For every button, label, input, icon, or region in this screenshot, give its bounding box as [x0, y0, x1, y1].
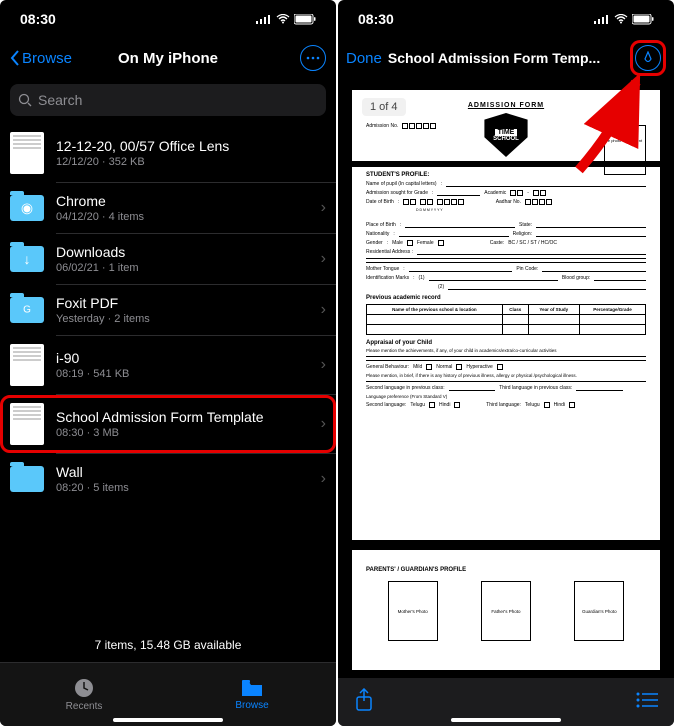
- item-title: 12-12-20, 00/57 Office Lens: [56, 138, 326, 154]
- home-indicator[interactable]: [113, 718, 223, 722]
- item-subtitle: 06/02/21 · 1 item: [56, 262, 309, 274]
- clock-icon: [73, 677, 95, 699]
- folder-icon: [240, 678, 264, 698]
- item-title: Wall: [56, 464, 309, 480]
- tab-bar: Recents Browse: [0, 662, 336, 726]
- doc-thumb-icon: [10, 132, 44, 174]
- footer: 7 items, 15.48 GB available Recents Brow…: [0, 628, 336, 726]
- markup-pen-icon: [641, 51, 655, 65]
- file-list: 12-12-20, 00/57 Office Lens 12/12/20 · 35…: [0, 124, 336, 504]
- share-icon: [354, 688, 374, 712]
- item-title: School Admission Form Template: [56, 409, 309, 425]
- wifi-icon: [614, 14, 628, 24]
- nav-header: Browse On My iPhone: [0, 38, 336, 78]
- battery-icon: [632, 14, 654, 25]
- status-indicators: [256, 14, 316, 25]
- chevron-right-icon: ›: [321, 356, 326, 374]
- chevron-right-icon: ›: [321, 301, 326, 319]
- list-item[interactable]: G Foxit PDF Yesterday · 2 items ›: [0, 285, 336, 335]
- wifi-icon: [276, 14, 290, 24]
- item-subtitle: 08:30 · 3 MB: [56, 427, 309, 439]
- list-item-highlighted[interactable]: School Admission Form Template 08:30 · 3 …: [0, 395, 336, 453]
- page-indicator: 1 of 4: [362, 98, 406, 116]
- share-button[interactable]: [354, 688, 374, 717]
- list-item[interactable]: ↓ Downloads 06/02/21 · 1 item ›: [0, 234, 336, 284]
- list-item[interactable]: Wall 08:20 · 5 items ›: [0, 454, 336, 504]
- pdf-page-2: PARENTS' / GUARDIAN'S PROFILE Mother's P…: [352, 550, 660, 670]
- status-time: 08:30: [20, 11, 56, 27]
- tab-browse[interactable]: Browse: [168, 663, 336, 726]
- chevron-right-icon: ›: [321, 250, 326, 268]
- tab-recents[interactable]: Recents: [0, 663, 168, 726]
- page-title: On My iPhone: [0, 50, 336, 67]
- search-input[interactable]: Search: [10, 84, 326, 116]
- files-app-screen: 08:30 Browse On My iPhone Search: [0, 0, 336, 726]
- pdf-preview-screen: 08:30 Done School Admission Form Temp...…: [338, 0, 674, 726]
- signal-icon: [594, 14, 610, 24]
- item-title: Chrome: [56, 193, 309, 209]
- document-title: School Admission Form Temp...: [388, 50, 624, 66]
- doc-thumb-icon: [10, 403, 44, 445]
- student-photo-box: e photo the student: [604, 125, 646, 175]
- tab-label: Recents: [66, 701, 103, 712]
- status-bar: 08:30: [0, 0, 336, 38]
- chevron-right-icon: ›: [321, 415, 326, 433]
- chevron-right-icon: ›: [321, 199, 326, 217]
- item-title: Downloads: [56, 244, 309, 260]
- father-photo-box: Father's Photo: [481, 581, 531, 641]
- doc-thumb-icon: [10, 344, 44, 386]
- list-item[interactable]: 12-12-20, 00/57 Office Lens 12/12/20 · 35…: [0, 124, 336, 182]
- folder-icon: G: [10, 293, 44, 327]
- more-options-button[interactable]: [300, 45, 326, 71]
- search-icon: [18, 93, 32, 107]
- home-indicator[interactable]: [451, 718, 561, 722]
- mother-photo-box: Mother's Photo: [388, 581, 438, 641]
- folder-icon: ↓: [10, 242, 44, 276]
- storage-info: 7 items, 15.48 GB available: [0, 628, 336, 662]
- signal-icon: [256, 14, 272, 24]
- search-placeholder: Search: [38, 92, 82, 108]
- item-title: Foxit PDF: [56, 295, 309, 311]
- list-icon: [636, 692, 658, 708]
- markup-button[interactable]: [635, 45, 661, 71]
- status-indicators: [594, 14, 654, 25]
- item-subtitle: 04/12/20 · 4 items: [56, 211, 309, 223]
- item-subtitle: 08:20 · 5 items: [56, 482, 309, 494]
- folder-icon: ◉: [10, 191, 44, 225]
- item-subtitle: Yesterday · 2 items: [56, 313, 309, 325]
- status-time: 08:30: [358, 11, 394, 27]
- guardian-photo-box: Guardian's Photo: [574, 581, 624, 641]
- list-item[interactable]: ◉ Chrome 04/12/20 · 4 items ›: [0, 183, 336, 233]
- item-title: i-90: [56, 350, 309, 366]
- battery-icon: [294, 14, 316, 25]
- preview-header: Done School Admission Form Temp...: [338, 38, 674, 78]
- status-bar: 08:30: [338, 0, 674, 38]
- tab-label: Browse: [235, 700, 268, 711]
- document-viewport[interactable]: 1 of 4 ADMISSION FORM Admission No. TIME…: [344, 90, 668, 672]
- academic-record-table: Name of the previous school & locationCl…: [366, 304, 646, 335]
- form-heading: ADMISSION FORM: [366, 102, 646, 109]
- item-subtitle: 08:19 · 541 KB: [56, 368, 309, 380]
- ellipsis-icon: [306, 56, 320, 60]
- chevron-right-icon: ›: [321, 470, 326, 488]
- folder-icon: [10, 462, 44, 496]
- list-button[interactable]: [636, 692, 658, 713]
- pdf-page-1: 1 of 4 ADMISSION FORM Admission No. TIME…: [352, 90, 660, 540]
- item-subtitle: 12/12/20 · 352 KB: [56, 156, 326, 168]
- done-button[interactable]: Done: [346, 50, 382, 67]
- list-item[interactable]: i-90 08:19 · 541 KB ›: [0, 336, 336, 394]
- markup-button-highlighted: [630, 40, 666, 76]
